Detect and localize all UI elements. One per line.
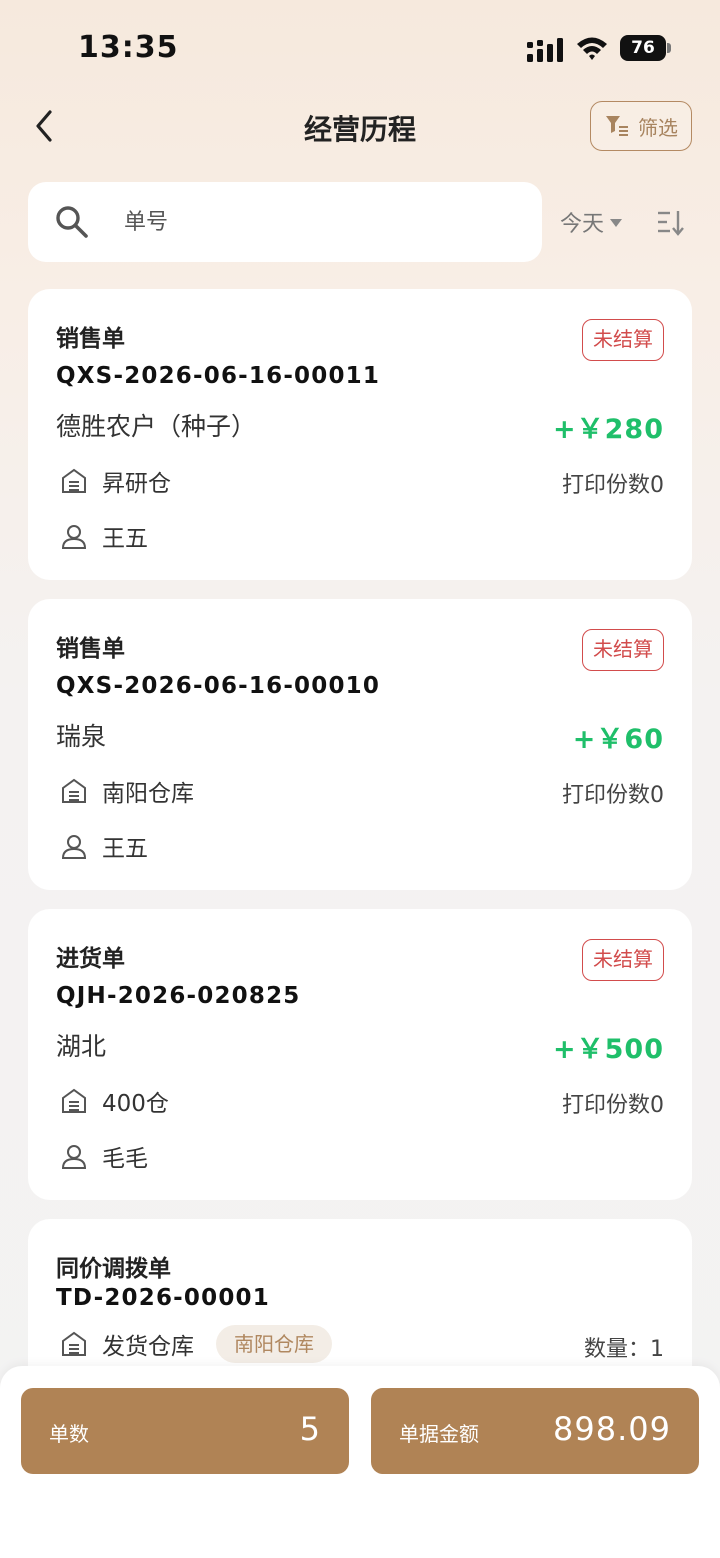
date-filter-dropdown[interactable]: 今天 xyxy=(560,206,623,238)
order-type: 进货单 xyxy=(56,946,125,972)
warehouse-icon xyxy=(62,468,86,493)
order-number: QXS-2026-06-16-00010 xyxy=(56,673,381,699)
order-party: 瑞泉 xyxy=(56,722,107,751)
battery-level: 76 xyxy=(620,35,666,61)
status-bar: 13:35 76 xyxy=(0,0,720,96)
user-icon xyxy=(61,1145,87,1169)
order-count-label: 单数 xyxy=(49,1422,89,1446)
filter-icon xyxy=(606,116,628,136)
total-amount-label: 单据金额 xyxy=(399,1422,479,1446)
order-amount: +￥500 xyxy=(553,1034,664,1065)
order-party: 湖北 xyxy=(56,1032,107,1061)
order-count-value: 5 xyxy=(299,1410,321,1448)
search-input[interactable] xyxy=(124,202,524,242)
print-count: 打印份数0 xyxy=(562,783,664,808)
total-amount-value: 898.09 xyxy=(553,1410,671,1448)
summary-footer: 单数 5 单据金额 898.09 xyxy=(0,1366,720,1558)
order-amount: +￥280 xyxy=(553,414,664,445)
dropdown-triangle-icon xyxy=(610,219,623,227)
wifi-icon xyxy=(577,37,607,60)
ship-warehouse-label: 发货仓库 xyxy=(102,1334,194,1360)
order-card[interactable]: 销售单 未结算 QXS-2026-06-16-00011 德胜农户（种子） +￥… xyxy=(28,289,692,580)
operator-name: 毛毛 xyxy=(102,1146,148,1172)
warehouse-icon xyxy=(62,778,86,803)
user-icon xyxy=(61,835,87,859)
filter-label: 筛选 xyxy=(638,115,678,140)
total-amount-box: 单据金额 898.09 xyxy=(371,1388,699,1474)
operator-name: 王五 xyxy=(102,526,148,552)
order-card[interactable]: 销售单 未结算 QXS-2026-06-16-00010 瑞泉 +￥60 南阳仓… xyxy=(28,599,692,890)
ship-warehouse-chip: 南阳仓库 xyxy=(216,1325,332,1363)
cellular-signal-icon xyxy=(527,38,563,62)
order-number: TD-2026-00001 xyxy=(56,1285,270,1311)
status-badge: 未结算 xyxy=(582,319,664,361)
warehouse-row: 南阳仓库 xyxy=(60,774,194,808)
status-time: 13:35 xyxy=(78,30,179,65)
date-filter-label: 今天 xyxy=(560,212,605,237)
warehouse-icon xyxy=(62,1088,86,1113)
sort-icon[interactable] xyxy=(656,208,688,236)
quantity-value: 1 xyxy=(650,1337,664,1362)
warehouse-name: 南阳仓库 xyxy=(102,781,194,807)
order-number: QJH-2026-020825 xyxy=(56,983,301,1009)
operator-row: 毛毛 xyxy=(60,1139,148,1173)
order-card[interactable]: 进货单 未结算 QJH-2026-020825 湖北 +￥500 400仓 打印… xyxy=(28,909,692,1200)
warehouse-name: 昇研仓 xyxy=(102,471,171,497)
order-type: 同价调拨单 xyxy=(56,1256,171,1282)
battery-icon: 76 xyxy=(620,35,672,61)
order-party: 德胜农户（种子） xyxy=(56,412,257,441)
operator-name: 王五 xyxy=(102,836,148,862)
order-count-box: 单数 5 xyxy=(21,1388,349,1474)
order-type: 销售单 xyxy=(56,636,125,662)
warehouse-row: 400仓 xyxy=(60,1084,169,1118)
print-count: 打印份数0 xyxy=(562,473,664,498)
order-number: QXS-2026-06-16-00011 xyxy=(56,363,381,389)
nav-bar: 经营历程 筛选 xyxy=(0,96,720,156)
status-badge: 未结算 xyxy=(582,939,664,981)
search-icon xyxy=(56,206,88,238)
order-amount: +￥60 xyxy=(572,724,664,755)
operator-row: 王五 xyxy=(60,829,148,863)
warehouse-row: 昇研仓 xyxy=(60,464,171,498)
warehouse-icon xyxy=(62,1331,86,1356)
warehouse-name: 400仓 xyxy=(102,1091,169,1117)
print-count: 打印份数0 xyxy=(562,1093,664,1118)
order-type: 销售单 xyxy=(56,326,125,352)
quantity: 数量：1 xyxy=(584,1331,664,1363)
filter-button[interactable]: 筛选 xyxy=(590,101,692,151)
quantity-label: 数量： xyxy=(583,1337,650,1362)
search-box[interactable] xyxy=(28,182,542,262)
search-row: 今天 xyxy=(28,182,692,262)
user-icon xyxy=(61,525,87,549)
operator-row: 王五 xyxy=(60,519,148,553)
status-badge: 未结算 xyxy=(582,629,664,671)
ship-warehouse-row: 发货仓库 南阳仓库 xyxy=(60,1325,332,1363)
